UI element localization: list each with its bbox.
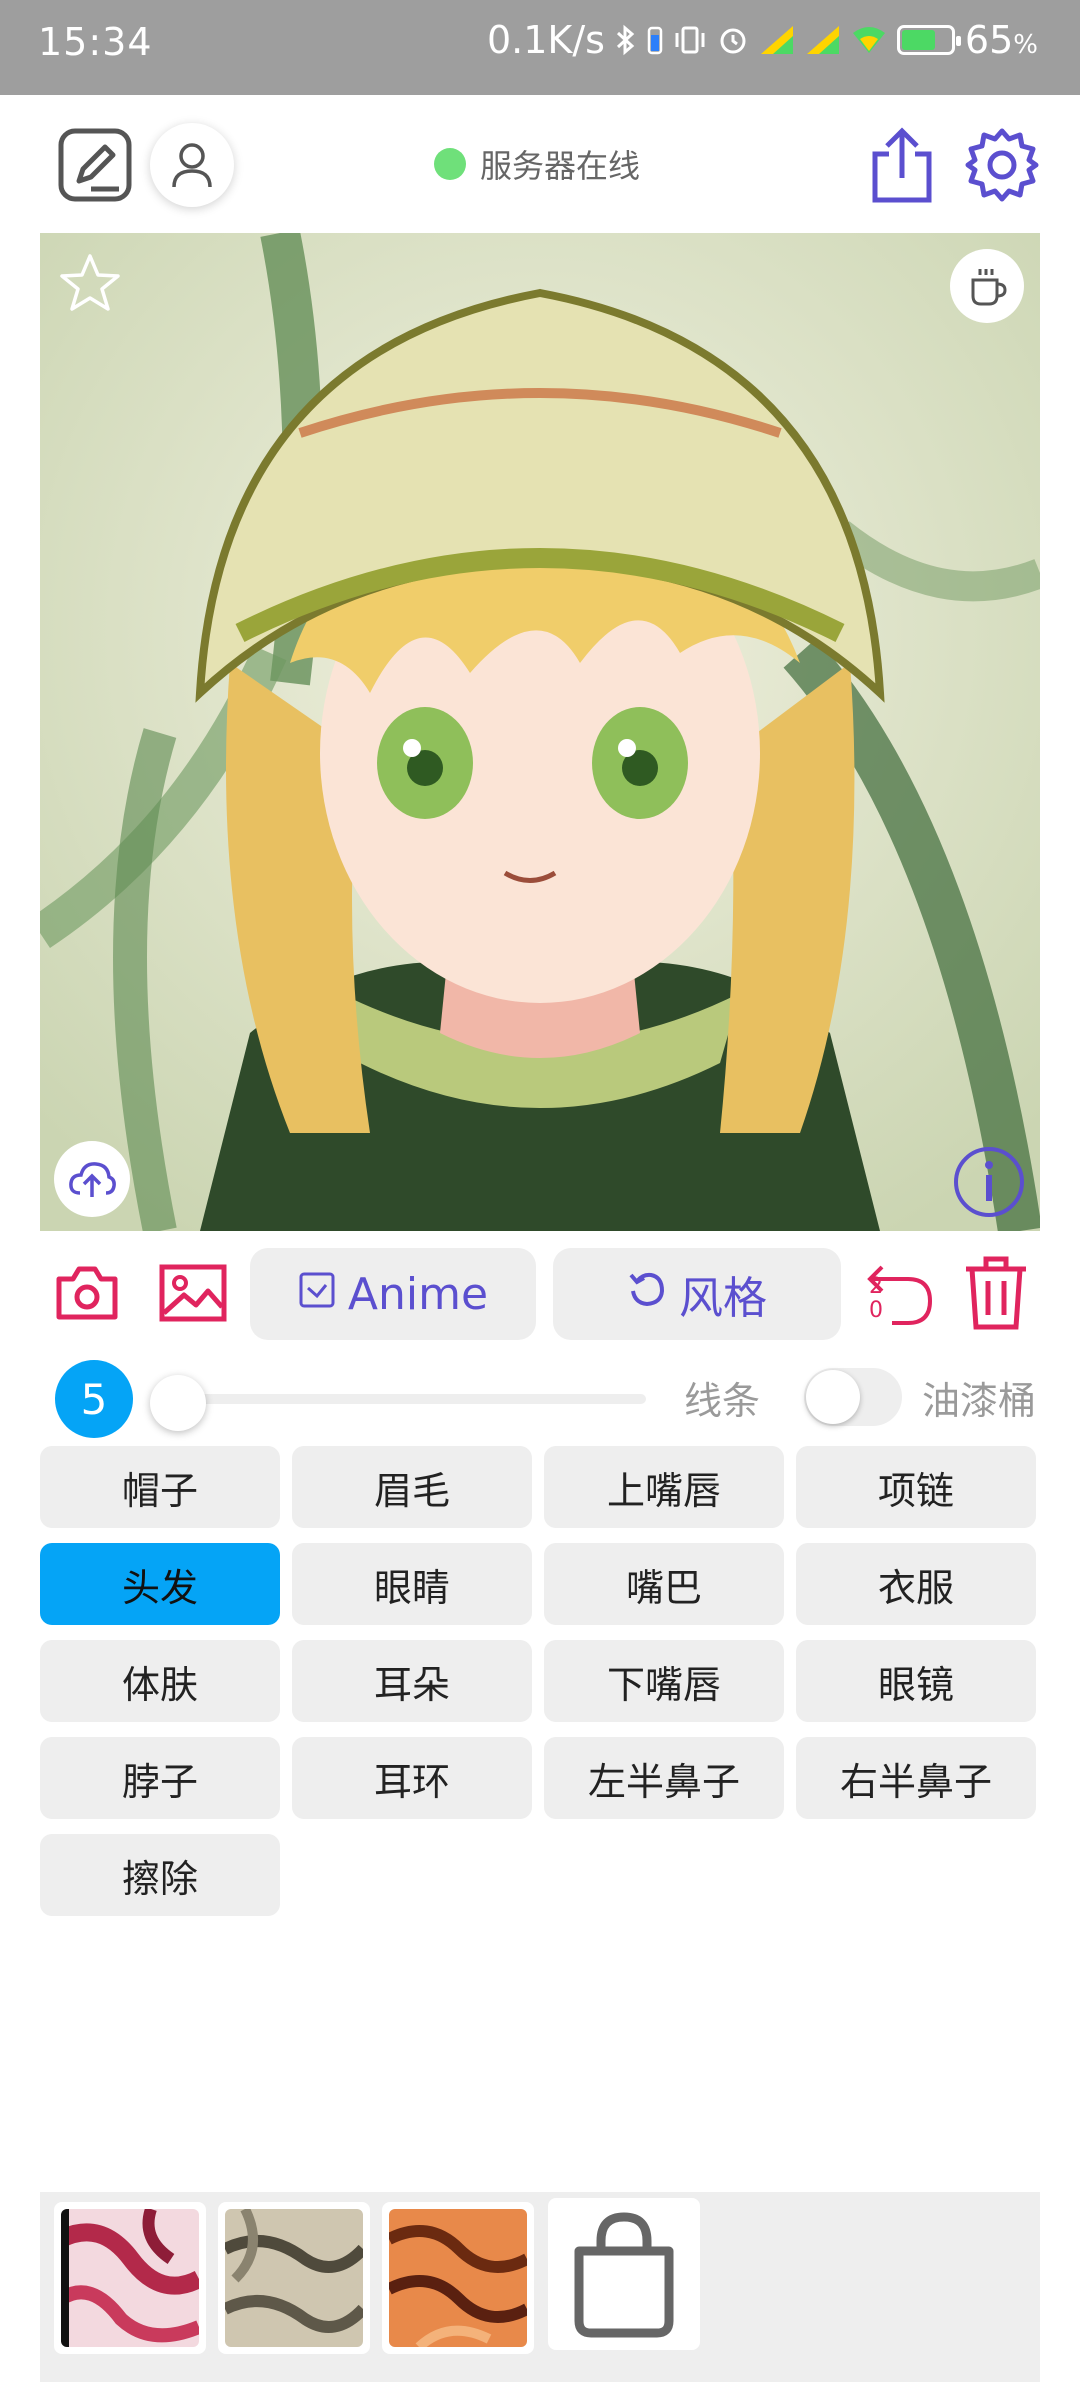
shopping-bag-icon[interactable] <box>548 2198 700 2350</box>
signal-hd-icon <box>805 24 841 56</box>
undo-count: 2 0 <box>866 1275 886 1323</box>
brush-size-badge: 5 <box>55 1360 133 1438</box>
status-icons: 0.1K/s 65% <box>487 18 1038 62</box>
wifi-icon <box>851 25 887 55</box>
server-status-text: 服务器在线 <box>480 147 641 185</box>
status-time: 15:34 <box>38 20 153 64</box>
part-button[interactable]: 帽子 <box>40 1446 280 1528</box>
undo-count-bottom: 0 <box>869 1298 883 1323</box>
camera-icon[interactable] <box>55 1263 119 1323</box>
cloud-upload-icon[interactable] <box>54 1141 130 1217</box>
checkbox-icon <box>298 1269 336 1320</box>
image-gallery-icon[interactable] <box>158 1263 228 1323</box>
battery-percent: 65% <box>965 18 1038 62</box>
part-button[interactable]: 右半鼻子 <box>796 1737 1036 1819</box>
battery-percent-value: 65 <box>964 18 1014 62</box>
paint-bucket-toggle-knob <box>806 1370 860 1424</box>
server-status-dot <box>434 148 466 180</box>
part-button[interactable]: 嘴巴 <box>544 1543 784 1625</box>
bluetooth-icon <box>615 24 637 56</box>
trash-icon[interactable] <box>960 1253 1032 1333</box>
undo-count-top: 2 <box>869 1274 883 1299</box>
part-button[interactable]: 眉毛 <box>292 1446 532 1528</box>
part-button[interactable]: 擦除 <box>40 1834 280 1916</box>
signal-hd-icon <box>759 24 795 56</box>
brush-size-slider[interactable] <box>160 1394 646 1404</box>
top-toolbar: 服务器在线 <box>0 95 1080 235</box>
paint-bucket-label: 油漆桶 <box>922 1379 1037 1423</box>
brush-controls: 5 线条 油漆桶 <box>0 1350 1080 1438</box>
part-button[interactable]: 项链 <box>796 1446 1036 1528</box>
share-icon[interactable] <box>862 123 942 207</box>
style-button[interactable]: 风格 <box>553 1248 841 1340</box>
drawing-canvas[interactable] <box>40 233 1040 1231</box>
user-icon[interactable] <box>150 123 234 207</box>
anime-portrait-image <box>40 233 1040 1231</box>
battery-level <box>901 30 935 50</box>
part-button[interactable]: 上嘴唇 <box>544 1446 784 1528</box>
part-button[interactable]: 下嘴唇 <box>544 1640 784 1722</box>
lines-label: 线条 <box>684 1379 761 1423</box>
refresh-icon <box>627 1269 667 1320</box>
anime-label: Anime <box>347 1268 489 1320</box>
part-button[interactable]: 耳朵 <box>292 1640 532 1722</box>
part-button[interactable]: 头发 <box>40 1543 280 1625</box>
part-button[interactable]: 眼睛 <box>292 1543 532 1625</box>
part-button[interactable]: 耳环 <box>292 1737 532 1819</box>
texture-red-swatch[interactable] <box>54 2202 206 2354</box>
part-button[interactable]: 体肤 <box>40 1640 280 1722</box>
texture-orange-swatch[interactable] <box>382 2202 534 2354</box>
paint-bucket-toggle[interactable] <box>804 1368 902 1426</box>
coffee-icon[interactable] <box>950 249 1024 323</box>
battery-small-icon <box>647 25 663 55</box>
texture-gray-swatch[interactable] <box>218 2202 370 2354</box>
vibrate-icon <box>673 25 707 55</box>
anime-model-button[interactable]: Anime <box>250 1248 536 1340</box>
net-speed: 0.1K/s <box>486 18 605 62</box>
action-bar: Anime 风格 2 0 <box>0 1245 1080 1340</box>
brush-size-slider-thumb[interactable] <box>150 1375 206 1431</box>
part-selector-grid: 帽子 眉毛 上嘴唇 项链 头发 眼睛 嘴巴 衣服 体肤 耳朵 下嘴唇 眼镜 脖子… <box>40 1446 1040 1916</box>
settings-gear-icon[interactable] <box>960 123 1044 207</box>
style-tray <box>40 2192 1040 2382</box>
info-icon[interactable] <box>952 1145 1026 1219</box>
part-button[interactable]: 脖子 <box>40 1737 280 1819</box>
battery-charging-icon <box>896 25 961 55</box>
part-button[interactable]: 左半鼻子 <box>544 1737 784 1819</box>
edit-sketch-icon[interactable] <box>55 125 135 205</box>
star-icon[interactable] <box>58 251 122 315</box>
app-root: 15:34 0.1K/s 65% 服务器在线 Anime 风格 2 0 5 线条… <box>0 0 1080 2400</box>
part-button[interactable]: 眼镜 <box>796 1640 1036 1722</box>
style-label: 风格 <box>679 1273 767 1324</box>
status-bar: 15:34 0.1K/s 65% <box>0 0 1080 95</box>
part-button[interactable]: 衣服 <box>796 1543 1036 1625</box>
battery-percent-suffix: % <box>1013 30 1038 60</box>
alarm-icon <box>717 24 749 56</box>
server-status: 服务器在线 <box>434 141 640 187</box>
